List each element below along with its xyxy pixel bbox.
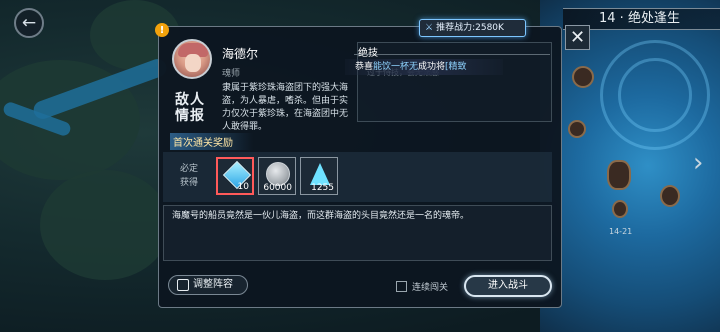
enemy-name: 海德尔 — [222, 47, 259, 61]
back-arrow-icon: ← — [21, 13, 37, 33]
skill-divider — [354, 45, 550, 55]
recommended-power-tag: ⚔ 推荐战力:2580K — [419, 19, 526, 37]
enter-battle-button[interactable]: 进入战斗 — [464, 275, 552, 297]
reward-item-crystal[interactable]: 1255 — [300, 157, 338, 195]
crystal-icon — [310, 163, 330, 185]
skill-title: 绝技 — [358, 48, 378, 59]
story-text: 海魔号的船员竟然是一伙儿海盗，而这群海盗的头目竟然还是一名的魂帝。 — [163, 205, 552, 261]
next-arrow-icon[interactable]: › — [693, 148, 703, 178]
continuous-battle-checkbox[interactable] — [396, 281, 407, 292]
adjust-formation-button[interactable]: 调整阵容 — [168, 275, 248, 295]
enemy-description: 隶属于紫珍珠海盗团下的强大海盗，为人暴虐，嗜杀。但由于实力仅次于紫珍珠，在海盗团… — [222, 83, 349, 132]
guaranteed-label: 必定 获得 — [179, 164, 198, 188]
reward-item-silver[interactable]: 60000 — [258, 157, 296, 195]
broadcast-toast: 恭喜能饮一杯无成功将[精致 — [345, 59, 503, 75]
back-button[interactable]: ← — [14, 8, 44, 38]
warning-icon: ! — [155, 23, 169, 37]
stage-node-label: 14-21 — [609, 227, 633, 236]
crossed-swords-icon: ⚔ — [425, 23, 434, 33]
enemy-title: 魂师 — [222, 69, 241, 79]
enemy-info-label: 敌人 情报 — [175, 92, 205, 124]
map-node-marker[interactable] — [568, 120, 586, 138]
formation-icon — [177, 279, 189, 291]
first-clear-reward-header: 首次通关奖励 — [170, 133, 253, 150]
map-node-marker[interactable] — [607, 160, 631, 190]
continuous-battle-label: 连续闯关 — [412, 283, 449, 293]
map-node-marker[interactable] — [572, 66, 594, 88]
close-button[interactable]: ✕ — [565, 25, 590, 50]
close-icon: ✕ — [569, 27, 586, 48]
enemy-avatar — [172, 39, 212, 79]
map-node-marker[interactable] — [660, 185, 680, 207]
reward-item-gem[interactable]: 10 — [216, 157, 254, 195]
map-node-marker[interactable] — [612, 200, 628, 218]
